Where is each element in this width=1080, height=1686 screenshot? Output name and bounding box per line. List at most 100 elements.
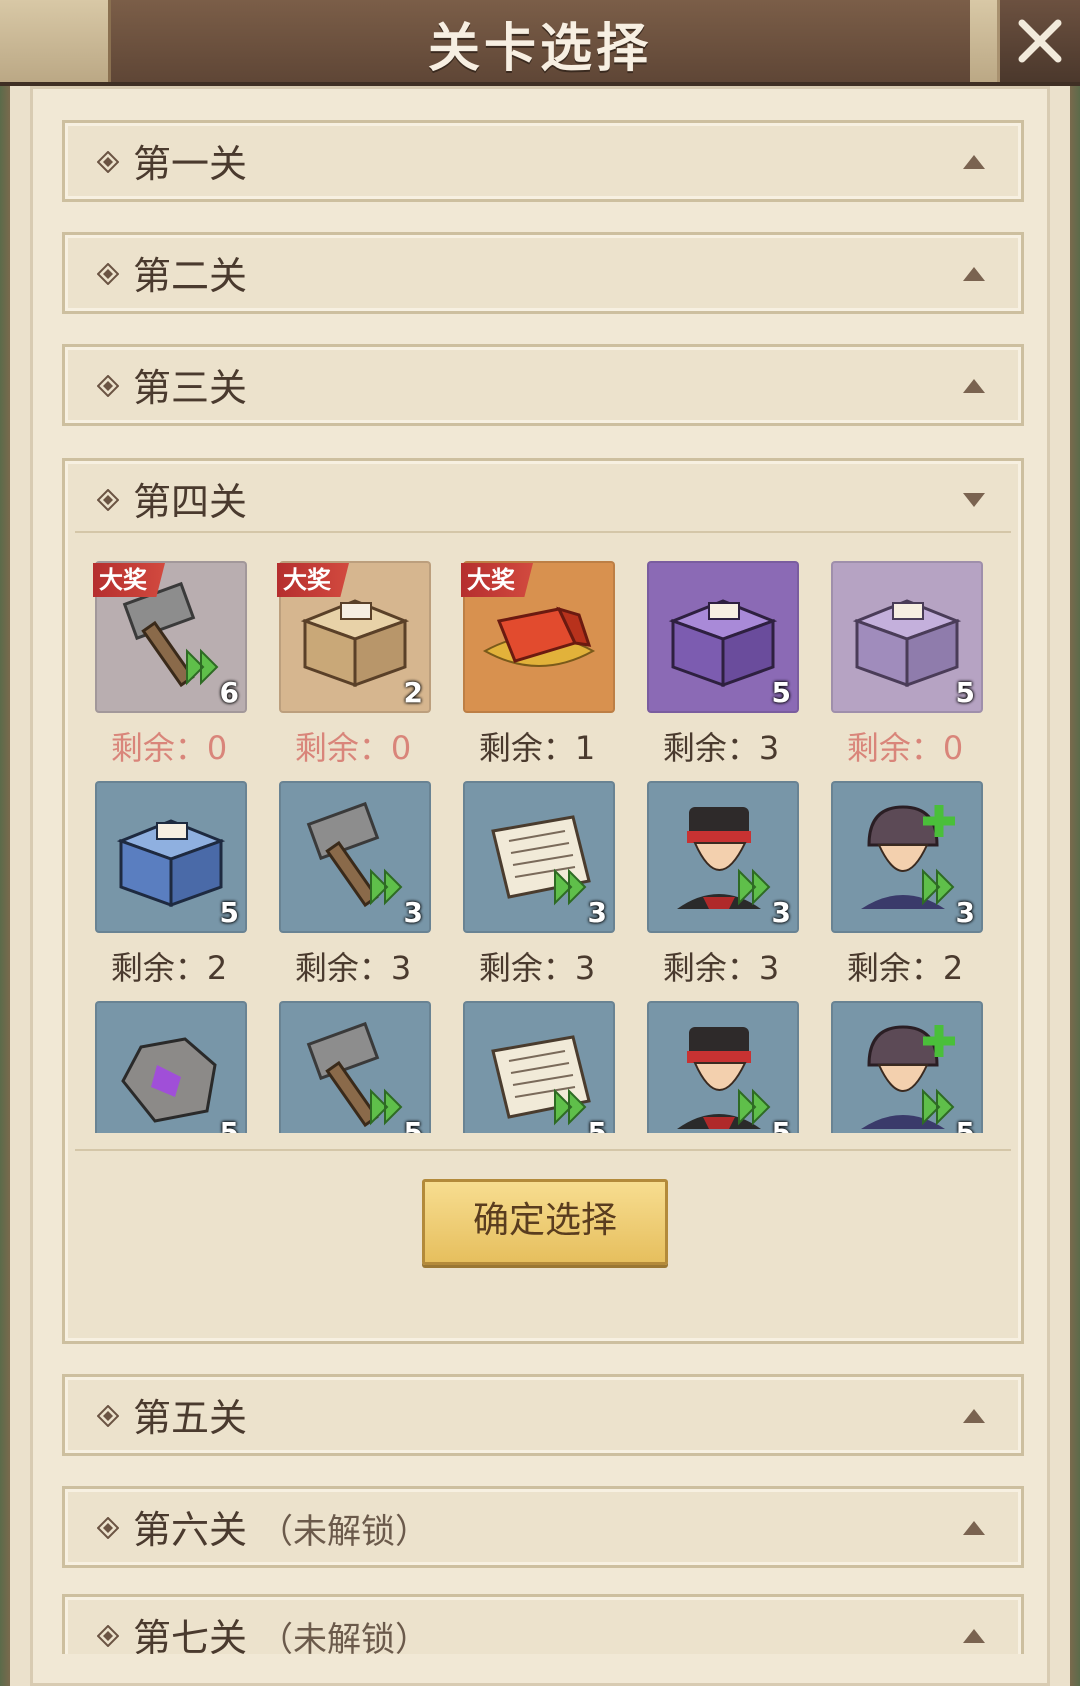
collapse-arrow-icon xyxy=(963,1409,985,1423)
diamond-icon xyxy=(97,489,119,511)
item-count: 5 xyxy=(771,1116,791,1133)
reward-item[interactable]: 3 xyxy=(647,781,799,933)
remaining-count: 剩余：2 xyxy=(110,949,228,987)
remaining-count: 剩余：3 xyxy=(662,729,780,767)
title-ornament-right xyxy=(970,0,1000,82)
stage-2-header[interactable]: 第二关 xyxy=(62,232,1024,314)
reward-item[interactable]: 大奖 2 xyxy=(277,561,431,713)
red-ingot-icon xyxy=(482,606,596,667)
remaining-count: 剩余：3 xyxy=(294,949,412,987)
grand-prize-badge: 大奖 xyxy=(93,563,165,597)
item-count: 3 xyxy=(771,896,791,929)
collapse-arrow-icon xyxy=(963,379,985,393)
reward-item[interactable]: 大奖 xyxy=(461,561,615,713)
item-count: 5 xyxy=(219,1116,239,1133)
reward-item[interactable]: 3 xyxy=(279,781,431,933)
stage-7-header[interactable]: 第七关 （未解锁） xyxy=(62,1594,1024,1654)
diamond-icon xyxy=(97,1625,119,1647)
stage-7-clip: 第七关 （未解锁） xyxy=(30,1594,1050,1654)
stage-6-name: 第六关 xyxy=(133,1508,248,1552)
item-count: 5 xyxy=(955,676,975,709)
expand-arrow-icon xyxy=(963,493,985,507)
item-count: 3 xyxy=(587,896,607,929)
remaining-count: 剩余：1 xyxy=(478,729,596,767)
remaining-count: 剩余：2 xyxy=(846,949,964,987)
remaining-count: 剩余：0 xyxy=(110,729,228,767)
collapse-arrow-icon xyxy=(963,267,985,281)
chest-icon xyxy=(300,599,410,688)
purple-chest-icon xyxy=(852,599,962,688)
collapse-arrow-icon xyxy=(963,1629,985,1643)
stage-1-header[interactable]: 第一关 xyxy=(62,120,1024,202)
remaining-count: 剩余：3 xyxy=(662,949,780,987)
collapse-arrow-icon xyxy=(963,155,985,169)
divider xyxy=(75,531,1011,533)
remaining-count: 剩余：0 xyxy=(846,729,964,767)
divider xyxy=(75,1149,1011,1151)
stage-4-label: 第四关 xyxy=(133,480,248,524)
ore-icon xyxy=(121,1037,217,1123)
blue-chest-icon xyxy=(116,819,226,908)
diamond-icon xyxy=(97,151,119,173)
purple-chest-icon xyxy=(668,599,778,688)
reward-item[interactable]: 大奖 6 xyxy=(93,561,247,713)
item-count: 5 xyxy=(587,1116,607,1133)
reward-item[interactable]: 5 xyxy=(647,1001,799,1133)
item-count: 5 xyxy=(771,676,791,709)
upgrade-arrow-icon xyxy=(186,648,219,686)
locked-note: （未解锁） xyxy=(259,1512,430,1552)
diamond-icon xyxy=(97,375,119,397)
stage-4-expanded: 第四关 大奖 6 剩余：0 大奖 2 剩余：0 大奖 剩余：1 5 剩余：3 5… xyxy=(62,458,1024,1344)
stage-3-header[interactable]: 第三关 xyxy=(62,344,1024,426)
remaining-count: 剩余：3 xyxy=(478,949,596,987)
item-count: 2 xyxy=(403,676,423,709)
stage-1-label: 第一关 xyxy=(133,142,248,186)
diamond-icon xyxy=(97,263,119,285)
reward-item[interactable]: 5 xyxy=(95,781,247,933)
item-count: 6 xyxy=(219,676,239,709)
upgrade-arrow-icon xyxy=(922,868,955,906)
confirm-selection-button[interactable]: 确定选择 xyxy=(422,1179,668,1265)
diamond-icon xyxy=(97,1405,119,1427)
item-count: 5 xyxy=(955,1116,975,1133)
upgrade-arrow-icon xyxy=(922,1088,955,1126)
item-count: 3 xyxy=(955,896,975,929)
reward-item[interactable]: 3 xyxy=(463,781,615,933)
upgrade-arrow-icon xyxy=(554,1088,587,1126)
item-count: 5 xyxy=(403,1116,423,1133)
close-icon xyxy=(1018,19,1062,63)
reward-item[interactable]: 5 xyxy=(279,1001,431,1133)
item-count: 3 xyxy=(403,896,423,929)
reward-item[interactable]: 3 xyxy=(831,781,983,933)
reward-item[interactable]: 5 xyxy=(831,1001,983,1133)
stage-6-label: 第六关 （未解锁） xyxy=(133,1499,429,1554)
stage-2-label: 第二关 xyxy=(133,254,248,298)
locked-note: （未解锁） xyxy=(259,1620,430,1654)
close-button[interactable] xyxy=(997,0,1080,82)
stage-5-label: 第五关 xyxy=(133,1396,248,1440)
stage-7-name: 第七关 xyxy=(133,1616,248,1654)
remaining-count: 剩余：0 xyxy=(294,729,412,767)
diamond-icon xyxy=(97,1517,119,1539)
reward-item[interactable]: 5 xyxy=(95,1001,247,1133)
upgrade-arrow-icon xyxy=(738,868,771,906)
stage-list-panel: 第一关 第二关 第三关 第四关 大奖 6 剩余：0 大奖 2 剩余：0 大奖 剩… xyxy=(30,86,1050,1686)
reward-item[interactable]: 5 xyxy=(647,561,799,713)
grand-prize-badge: 大奖 xyxy=(277,563,349,597)
upgrade-arrow-icon xyxy=(554,868,587,906)
reward-item[interactable]: 5 xyxy=(831,561,983,713)
title-bar: 关卡选择 xyxy=(0,0,1080,86)
grand-prize-badge: 大奖 xyxy=(461,563,533,597)
reward-item[interactable]: 5 xyxy=(463,1001,615,1133)
reward-row-clipped: 5 5 5 5 5 xyxy=(65,1001,1021,1133)
stage-3-label: 第三关 xyxy=(133,366,248,410)
stage-5-header[interactable]: 第五关 xyxy=(62,1374,1024,1456)
upgrade-arrow-icon xyxy=(738,1088,771,1126)
upgrade-arrow-icon xyxy=(370,868,403,906)
stage-6-header[interactable]: 第六关 （未解锁） xyxy=(62,1486,1024,1568)
page-title: 关卡选择 xyxy=(427,19,652,79)
stage-4-header[interactable]: 第四关 xyxy=(65,461,1021,531)
upgrade-arrow-icon xyxy=(370,1088,403,1126)
item-count: 5 xyxy=(219,896,239,929)
stage-7-label: 第七关 （未解锁） xyxy=(133,1607,429,1654)
